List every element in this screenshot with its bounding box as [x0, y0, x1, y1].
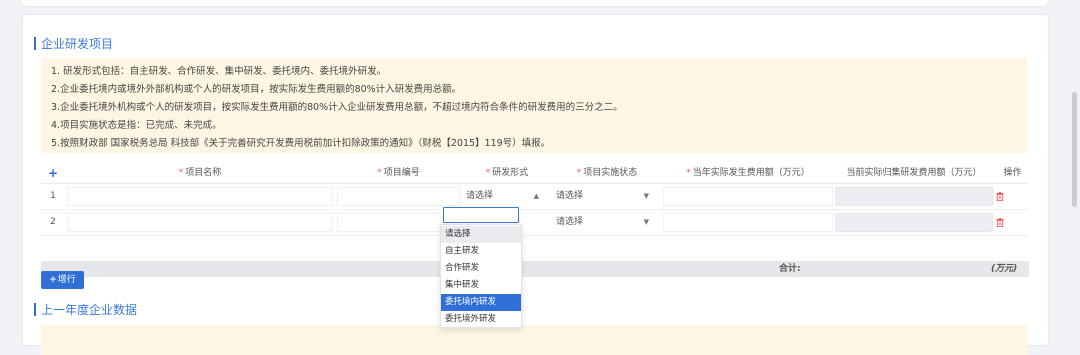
total-label: 合计: — [779, 264, 801, 274]
section-title-last-year-data: 上一年度企业数据 — [34, 302, 138, 317]
column-header-current-expense: 当前实际归集研发费用额（万元） — [846, 168, 982, 178]
rd-projects-card: 企业研发项目 1. 研发形式包括：自主研发、合作研发、集中研发、委托境内、委托境… — [22, 14, 1049, 355]
last-year-notice — [41, 325, 1027, 355]
project-number-input[interactable] — [337, 187, 460, 206]
section-title-accent-bar — [34, 36, 36, 50]
notice-line-3: 3.企业委托境外机构或个人的研发项目，按实际发生费用额的80%计入企业研发费用总… — [51, 102, 623, 113]
dropdown-option[interactable]: 委托境外研发 — [441, 311, 521, 328]
section-title-accent-bar — [34, 302, 36, 316]
column-header-status: * 项目实施状态 — [576, 168, 638, 178]
caret-down-icon: ▼ — [643, 218, 649, 226]
row-index: 2 — [50, 217, 56, 227]
rd-form-dropdown: 请选择 自主研发 合作研发 集中研发 委托境内研发 委托境外研发 — [440, 224, 522, 328]
column-header-actions: 操作 — [1003, 168, 1022, 178]
column-header-rd-form: * 研发形式 — [485, 168, 529, 178]
plus-icon[interactable]: + — [47, 163, 59, 183]
total-unit: (万元) — [991, 264, 1018, 274]
notice-line-4: 4.项目实施状态是指：已完成、未完成。 — [51, 120, 222, 131]
column-header-project-name: * 项目名称 — [178, 168, 222, 178]
trash-icon[interactable] — [996, 192, 1004, 201]
annual-expense-input[interactable] — [663, 213, 833, 232]
column-header-project-number: * 项目编号 — [377, 168, 420, 178]
section-title-text: 企业研发项目 — [41, 36, 114, 51]
rd-projects-table: + * 项目名称 * 项目编号 * 研发形式 * 项目实施状态 * 当年实际发生费用额（万… — [41, 163, 1029, 277]
column-header-annual-expense: * 当年实际发生费用额（万元） — [686, 168, 810, 178]
notice-line-5: 5.按照财政部 国家税务总局 科技部《关于完善研究开发费用税前加计扣除政策的通知… — [51, 138, 551, 149]
add-row-button[interactable]: +增行 — [41, 271, 84, 289]
status-select[interactable]: 请选择 ▼ — [553, 213, 653, 232]
page-scrollbar[interactable] — [1072, 92, 1077, 207]
trash-icon[interactable] — [996, 218, 1004, 227]
table-row: 1 请选择 ▲ 请选择 ▼ — [41, 184, 1029, 210]
status-select[interactable]: 请选择 ▼ — [553, 187, 653, 206]
current-expense-field — [835, 213, 993, 232]
section-title-rd-projects: 企业研发项目 — [34, 36, 114, 51]
caret-up-icon: ▲ — [533, 192, 539, 200]
previous-card-bottom — [22, 0, 1047, 7]
table-footer-total-row: 合计: (万元) — [41, 261, 1029, 277]
dropdown-option[interactable]: 自主研发 — [441, 243, 521, 260]
dropdown-option-selected[interactable]: 委托境内研发 — [441, 294, 521, 311]
annual-expense-input[interactable] — [663, 187, 833, 206]
dropdown-option[interactable]: 请选择 — [441, 226, 521, 243]
dropdown-search-input[interactable] — [443, 207, 519, 223]
instructions-notice: 1. 研发形式包括：自主研发、合作研发、集中研发、委托境内、委托境外研发。 2.… — [41, 58, 1027, 153]
section-title-text: 上一年度企业数据 — [41, 302, 138, 317]
notice-line-1: 1. 研发形式包括：自主研发、合作研发、集中研发、委托境内、委托境外研发。 — [51, 66, 387, 77]
current-expense-field — [835, 187, 993, 206]
table-row: 2 请选择 ▼ — [41, 210, 1029, 236]
row-index: 1 — [50, 191, 56, 201]
caret-down-icon: ▼ — [643, 192, 649, 200]
project-name-input[interactable] — [67, 213, 333, 232]
dropdown-option[interactable]: 合作研发 — [441, 260, 521, 277]
rd-form-select[interactable]: 请选择 ▲ — [463, 187, 543, 206]
notice-line-2: 2.企业委托境内或境外外部机构或个人的研发项目，按实际发生费用额的80%计入研发… — [51, 84, 462, 95]
dropdown-option[interactable]: 集中研发 — [441, 277, 521, 294]
table-header: + * 项目名称 * 项目编号 * 研发形式 * 项目实施状态 * 当年实际发生费用额（万… — [41, 163, 1029, 184]
project-name-input[interactable] — [67, 187, 333, 206]
plus-icon: + — [49, 275, 57, 285]
